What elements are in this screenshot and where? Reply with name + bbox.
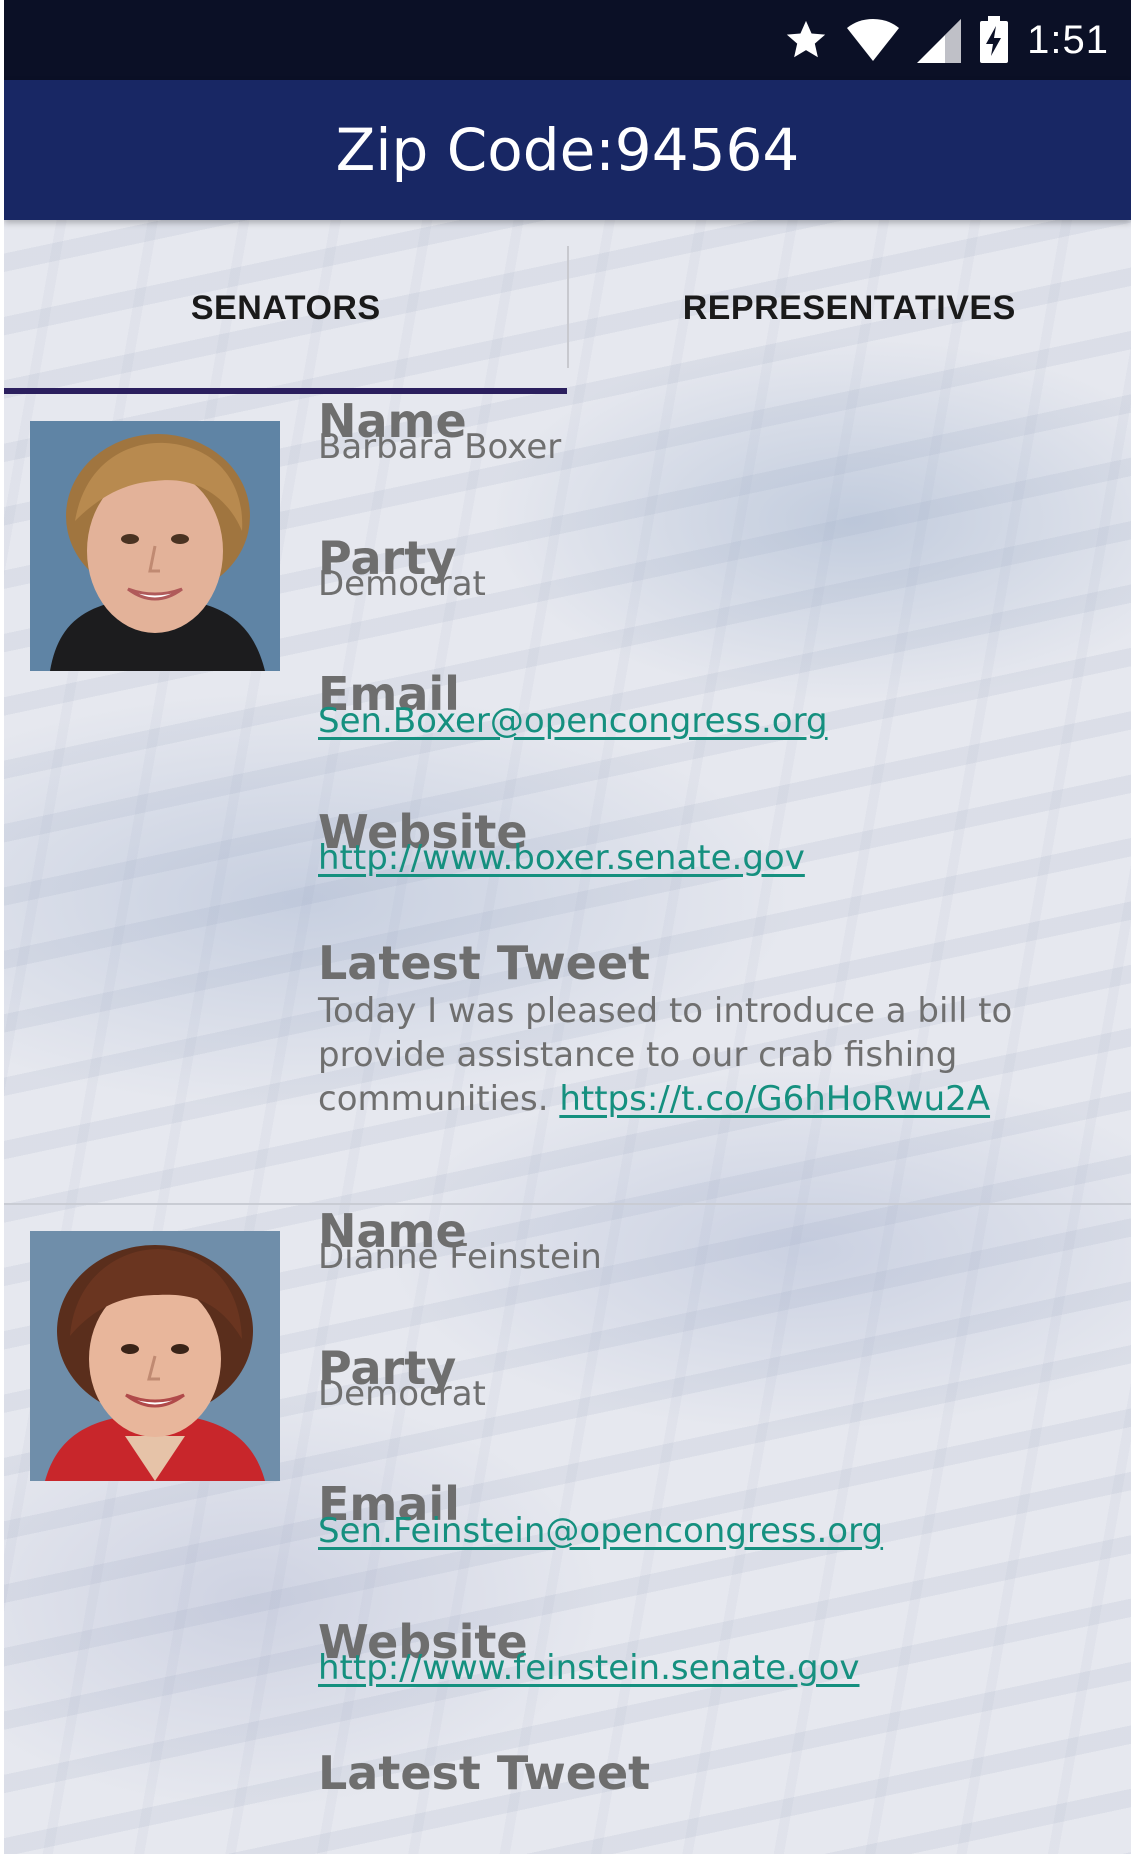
app-screen: 1:51 Zip Code:94564 SENATORS REPRESENTAT… bbox=[4, 0, 1131, 1854]
website-link[interactable]: http://www.boxer.senate.gov bbox=[318, 838, 805, 878]
senator-name: Barbara Boxer bbox=[318, 427, 562, 467]
senator-party: Democrat bbox=[318, 564, 486, 604]
status-bar: 1:51 bbox=[4, 0, 1131, 80]
wifi-icon bbox=[847, 17, 900, 63]
senator-name: Dianne Feinstein bbox=[318, 1237, 602, 1277]
app-bar: Zip Code:94564 bbox=[4, 80, 1131, 220]
latest-tweet-label: Latest Tweet bbox=[318, 1746, 651, 1800]
tab-senators[interactable]: SENATORS bbox=[4, 222, 568, 394]
senator-card: Name Dianne Feinstein Party Democrat Ema… bbox=[4, 1204, 1131, 1854]
tab-bar: SENATORS REPRESENTATIVES bbox=[4, 222, 1131, 394]
latest-tweet: Today I was pleased to introduce a bill … bbox=[318, 989, 1018, 1121]
senator-photo bbox=[30, 421, 280, 671]
tab-indicator bbox=[4, 388, 567, 394]
cell-signal-icon bbox=[917, 17, 962, 63]
senator-photo bbox=[30, 1231, 280, 1481]
tab-divider bbox=[567, 246, 569, 368]
page-title: Zip Code:94564 bbox=[335, 116, 800, 184]
latest-tweet-label: Latest Tweet bbox=[318, 936, 651, 990]
status-icons: 1:51 bbox=[783, 14, 1109, 66]
tab-representatives[interactable]: REPRESENTATIVES bbox=[568, 222, 1132, 394]
tweet-link[interactable]: https://t.co/G6hHoRwu2A bbox=[559, 1079, 990, 1119]
senator-party: Democrat bbox=[318, 1374, 486, 1414]
senator-card: Name Barbara Boxer Party Democrat Email … bbox=[4, 394, 1131, 1205]
email-link[interactable]: Sen.Boxer@opencongress.org bbox=[318, 701, 828, 741]
email-link[interactable]: Sen.Feinstein@opencongress.org bbox=[318, 1511, 883, 1551]
battery-charging-icon bbox=[979, 16, 1009, 64]
website-link[interactable]: http://www.feinstein.senate.gov bbox=[318, 1648, 860, 1688]
star-icon bbox=[783, 17, 829, 63]
status-time: 1:51 bbox=[1027, 17, 1109, 62]
